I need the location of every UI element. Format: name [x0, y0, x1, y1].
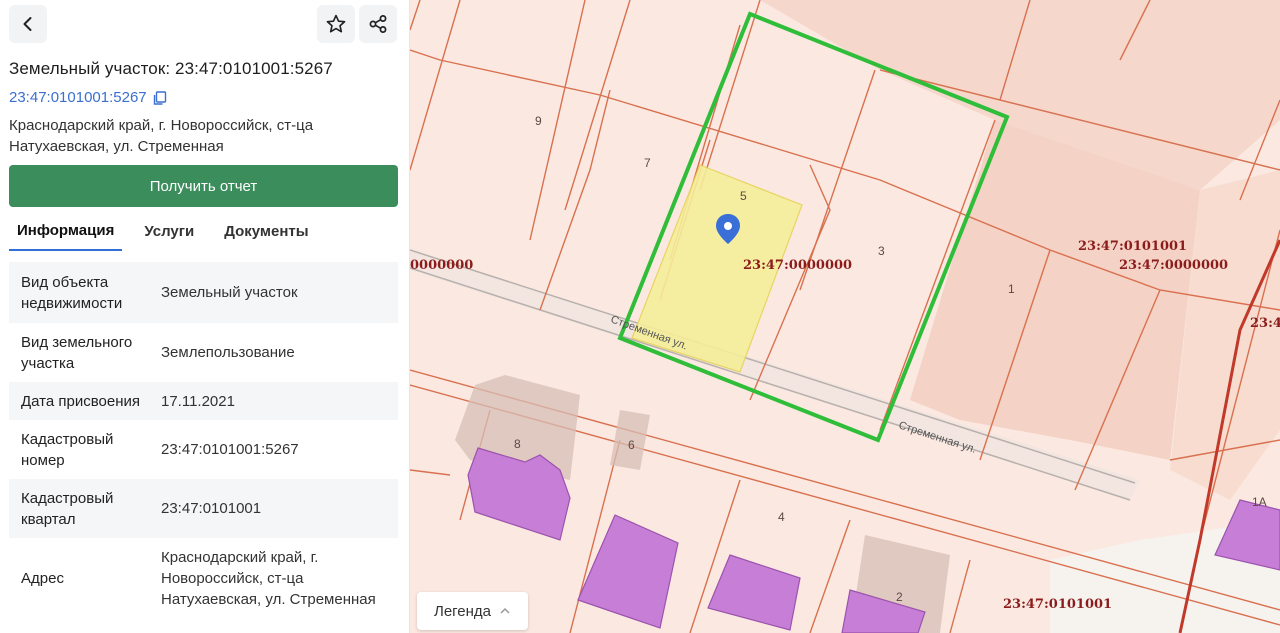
info-row: Вид объекта недвижимости Земельный участ… — [9, 262, 398, 323]
building — [707, 554, 801, 631]
cadastral-label: 23:47:0000000 — [743, 258, 852, 273]
plot-number: 8 — [514, 437, 521, 451]
plot-number: 6 — [628, 438, 635, 452]
plot-number: 4 — [778, 510, 785, 524]
legend-label: Легенда — [433, 602, 492, 620]
info-table: Вид объекта недвижимости Земельный участ… — [9, 262, 398, 618]
plot-number: 9 — [535, 114, 542, 128]
info-row: Кадастровый номер 23:47:0101001:5267 — [9, 420, 398, 479]
plot-number: 3 — [878, 244, 885, 258]
info-key: Кадастровый номер — [21, 430, 114, 469]
cadastral-label: 23:47 — [1250, 316, 1280, 331]
page-title: Земельный участок: 23:47:0101001:5267 — [9, 59, 333, 78]
plot-number: 1A — [1252, 495, 1267, 509]
building — [577, 514, 679, 629]
info-key: Кадастровый квартал — [21, 489, 114, 528]
copy-icon[interactable] — [153, 90, 167, 105]
favorite-button[interactable] — [317, 5, 355, 43]
cadastral-number-text: 23:47:0101001:5267 — [9, 89, 147, 106]
tab-information[interactable]: Информация — [9, 212, 123, 251]
plot-number: 7 — [644, 156, 651, 170]
plot-number: 2 — [896, 590, 903, 604]
share-button[interactable] — [359, 5, 397, 43]
get-report-button[interactable]: Получить отчет — [9, 165, 398, 207]
address-text: Краснодарский край, г. Новороссийск, ст-… — [9, 117, 314, 155]
tab-documents[interactable]: Документы — [216, 212, 316, 250]
cadastral-map[interactable]: 9 7 5 3 1 8 6 4 2 1A Стременная ул. Стре… — [410, 0, 1280, 633]
cadastral-label: 23:47:0101001 — [1078, 239, 1187, 254]
star-icon — [326, 14, 346, 33]
cadastral-label: 23:47:0000000 — [1119, 258, 1228, 273]
share-icon — [369, 15, 387, 33]
info-value: Краснодарский край, г. Новороссийск, ст-… — [161, 548, 376, 608]
tabs: Информация Услуги Документы — [9, 212, 398, 252]
info-panel: Земельный участок: 23:47:0101001:5267 23… — [0, 0, 410, 633]
info-row: Адрес Краснодарский край, г. Новороссийс… — [9, 538, 398, 618]
chevron-left-icon — [23, 17, 32, 31]
info-row: Вид земельного участка Землепользование — [9, 323, 398, 382]
info-key: Адрес — [21, 569, 64, 587]
cadastral-label: 0000000 — [410, 258, 473, 273]
info-row: Кадастровый квартал 23:47:0101001 — [9, 479, 398, 538]
back-button[interactable] — [9, 5, 47, 43]
legend-button[interactable]: Легенда — [417, 592, 528, 630]
info-value: 23:47:0101001 — [161, 500, 262, 517]
info-key: Дата присвоения — [21, 392, 140, 410]
tab-services[interactable]: Услуги — [136, 212, 202, 250]
map-canvas[interactable]: 9 7 5 3 1 8 6 4 2 1A Стременная ул. Стре… — [410, 0, 1280, 633]
info-row: Дата присвоения 17.11.2021 — [9, 382, 398, 420]
info-value: Землепользование — [161, 344, 295, 361]
info-value: 17.11.2021 — [161, 392, 235, 410]
info-key: Вид объекта недвижимости — [21, 273, 123, 312]
info-value: Земельный участок — [161, 284, 298, 301]
chevron-up-icon — [500, 607, 510, 614]
plot-number: 5 — [740, 189, 747, 203]
cadastral-number-link[interactable]: 23:47:0101001:5267 — [9, 89, 167, 106]
cadastral-label: 23:47:0101001 — [1003, 597, 1112, 612]
info-value: 23:47:0101001:5267 — [161, 441, 299, 458]
info-key: Вид земельного участка — [21, 333, 133, 372]
plot-number: 1 — [1008, 282, 1015, 296]
